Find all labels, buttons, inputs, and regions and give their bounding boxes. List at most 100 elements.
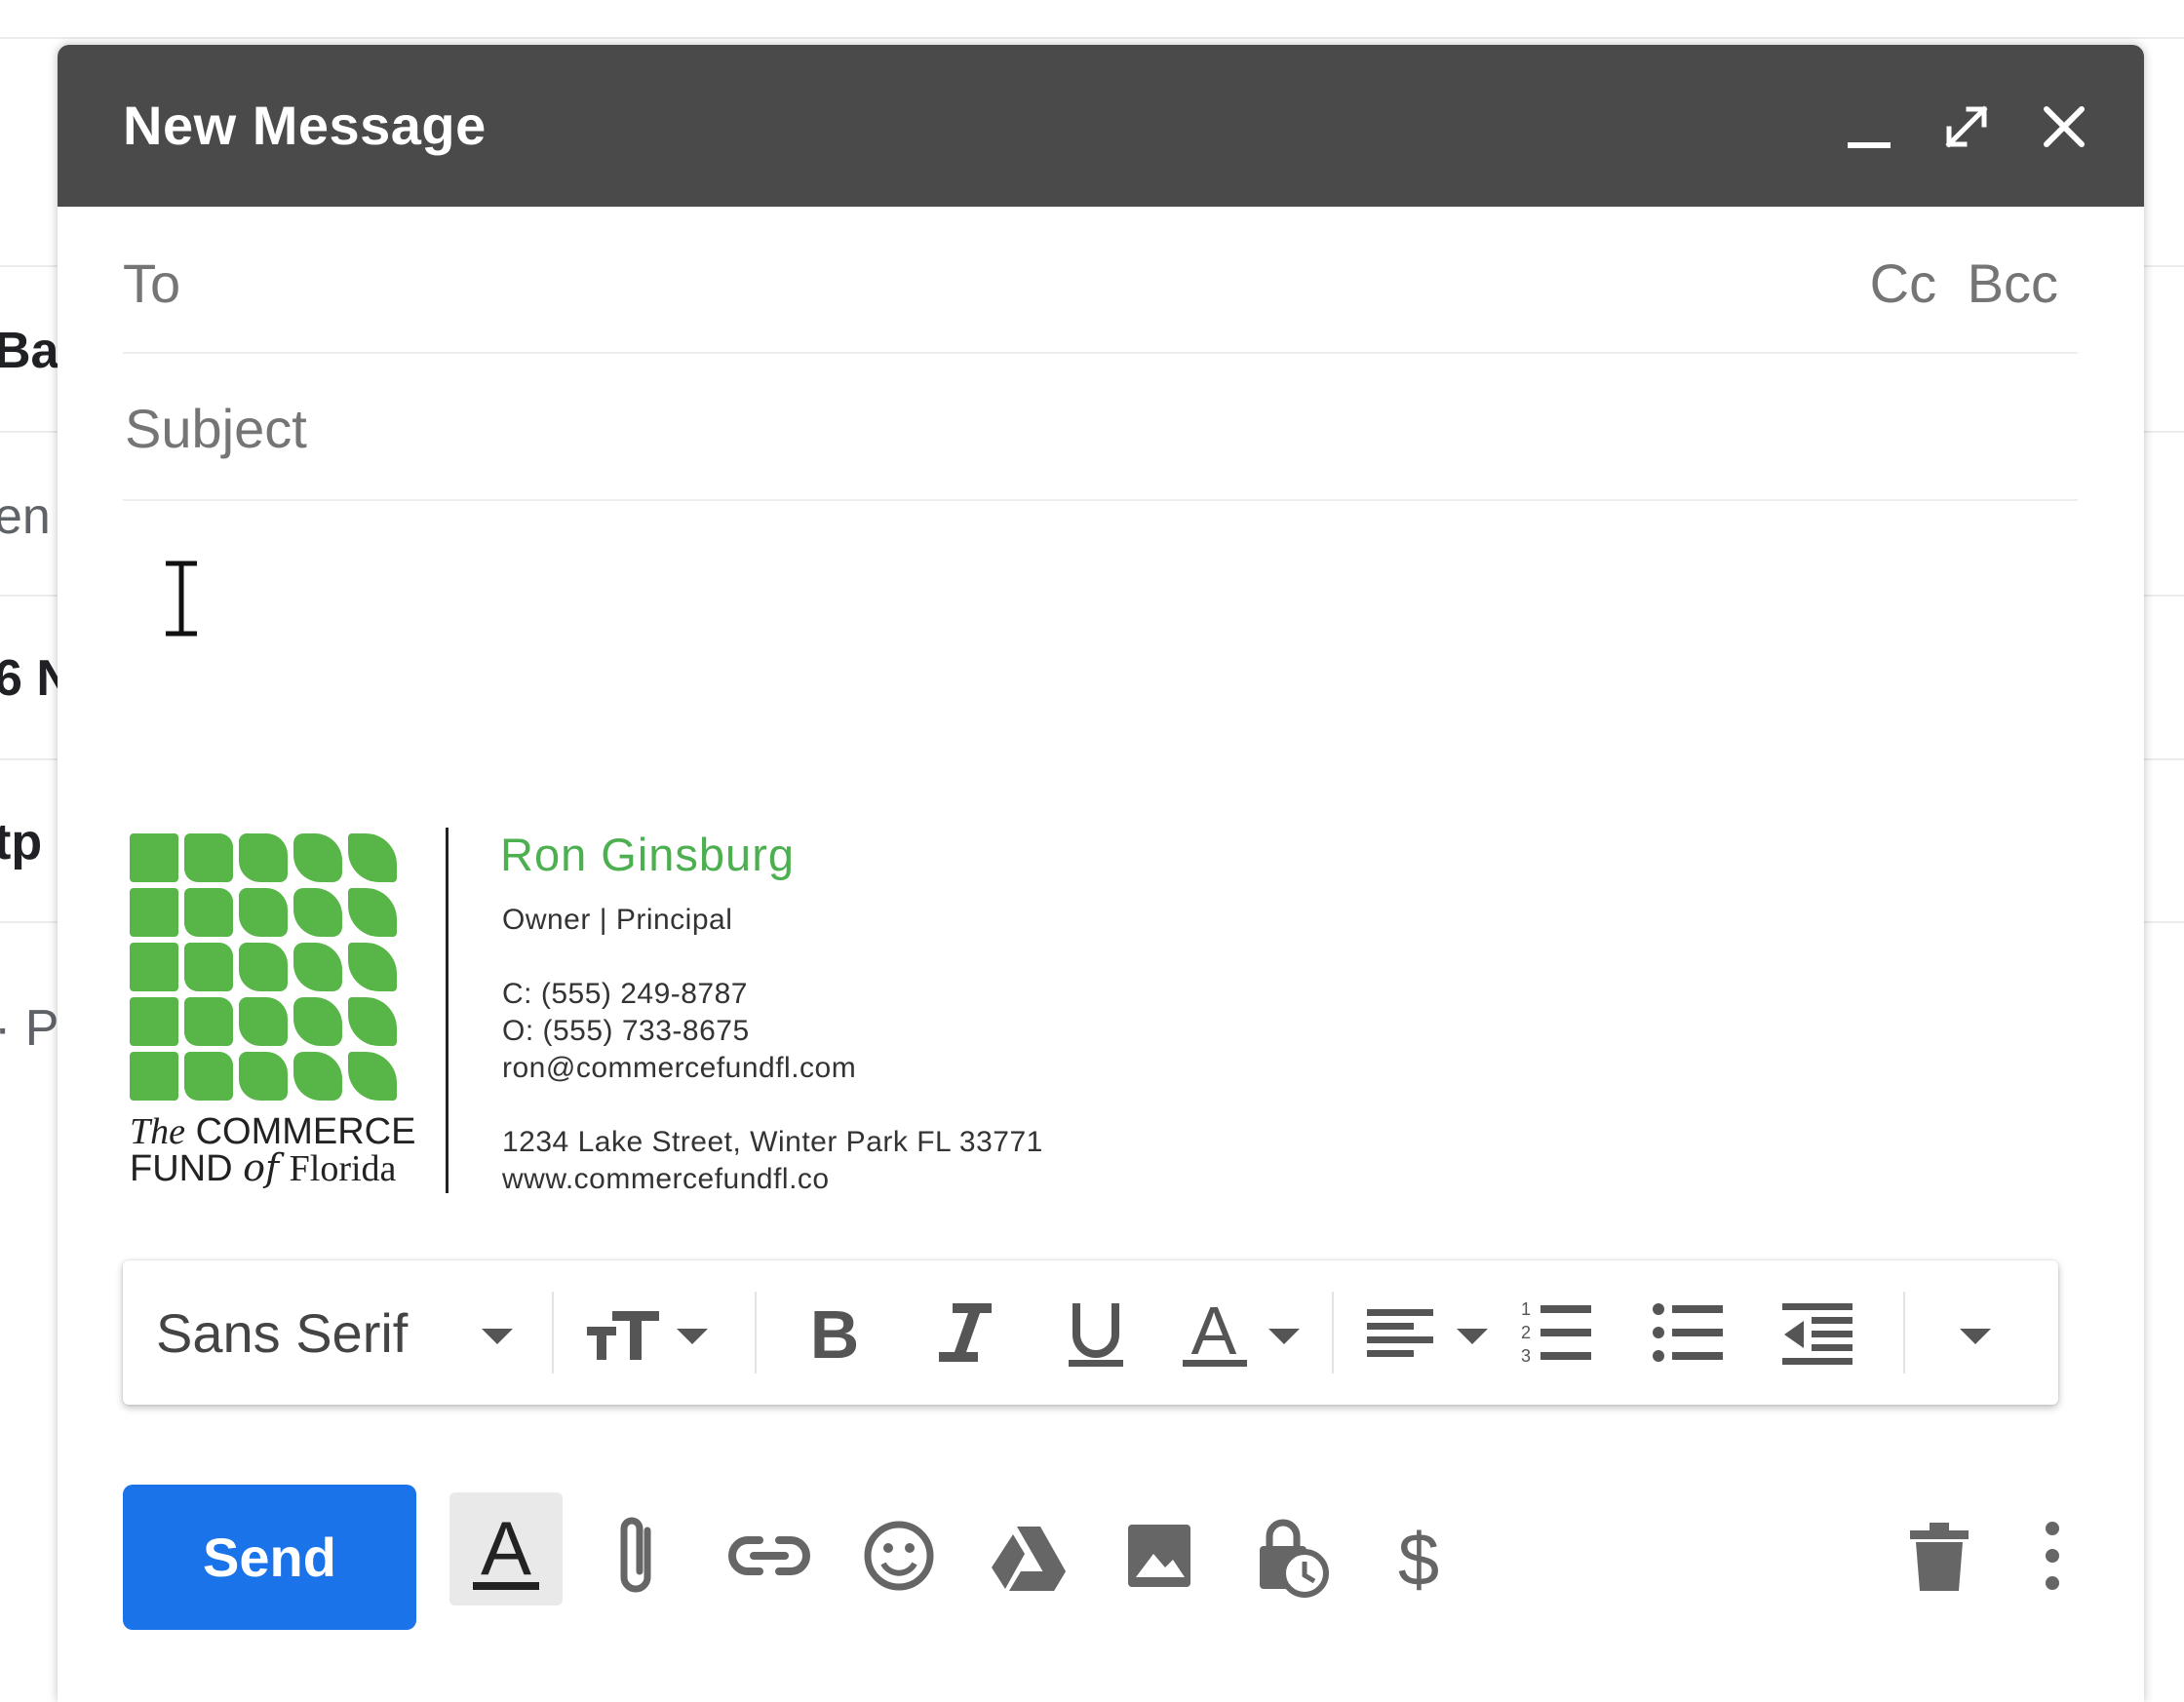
logo-tile (184, 943, 233, 991)
logo-word: of (243, 1146, 280, 1189)
toolbar-separator (1332, 1292, 1334, 1373)
send-button[interactable]: Send (123, 1485, 416, 1630)
compose-title-bar: New Message (58, 45, 2144, 207)
cc-link[interactable]: Cc (1870, 252, 1936, 314)
logo-tile (293, 943, 342, 991)
email-signature: The COMMERCE FUND of Florida Ron Ginsbur… (126, 828, 1198, 1247)
logo-tile (130, 833, 178, 882)
formatting-options-button[interactable]: A (449, 1492, 563, 1605)
logo-tile (239, 997, 288, 1046)
attach-icon (620, 1517, 651, 1593)
logo-wordmark-line2: FUND of Florida (130, 1146, 396, 1190)
toolbar-separator (552, 1292, 554, 1373)
signature-title: Owner | Principal (502, 904, 733, 936)
bold-icon: B (810, 1296, 860, 1370)
inbox-row-fragment: · P (0, 1000, 59, 1057)
logo-tile (239, 943, 288, 991)
divider (0, 37, 2184, 39)
more-options-icon (2046, 1522, 2059, 1590)
money-icon: $ (1398, 1519, 1439, 1602)
minimize-button[interactable] (1842, 99, 1896, 154)
inbox-row-fragment: tp (0, 814, 43, 870)
drive-icon (992, 1527, 1066, 1591)
logo-tile (348, 997, 397, 1046)
signature-divider (446, 828, 448, 1193)
bcc-link[interactable]: Bcc (1968, 252, 2058, 314)
signature-email[interactable]: ron@commercefundfl.com (502, 1052, 856, 1085)
bold-button[interactable]: B (786, 1296, 883, 1370)
photo-icon (1128, 1525, 1190, 1587)
inbox-row-fragment: en (0, 488, 51, 545)
discard-draft-button[interactable] (1891, 1507, 1988, 1605)
logo-tile (239, 833, 288, 882)
logo-tile (184, 833, 233, 882)
logo-tile (293, 833, 342, 882)
to-row[interactable]: To Cc Bcc (123, 207, 2078, 354)
align-icon (1367, 1309, 1488, 1357)
italic-icon (939, 1303, 992, 1362)
logo-tile (293, 888, 342, 937)
expand-icon (1945, 105, 1988, 148)
insert-photo-button[interactable] (1111, 1507, 1208, 1605)
logo-tile (348, 943, 397, 991)
fullscreen-button[interactable] (1939, 99, 1994, 154)
confidential-mode-button[interactable] (1240, 1507, 1338, 1605)
toolbar-separator (1903, 1292, 1905, 1373)
logo-tile (239, 1052, 288, 1101)
text-color-button[interactable]: A (1171, 1296, 1317, 1370)
signature-cell-phone: C: (555) 249-8787 (502, 978, 748, 1010)
formatting-toolbar: Sans Serif B A 1 2 3 (123, 1260, 2058, 1405)
confidential-icon (1260, 1519, 1329, 1598)
svg-text:A: A (481, 1505, 531, 1591)
logo-word: FUND (130, 1148, 233, 1189)
logo-tile (130, 1052, 178, 1101)
formatting-options-icon: A (473, 1505, 539, 1591)
cc-bcc-links: Cc Bcc (1854, 251, 2058, 315)
trash-icon (1910, 1523, 1969, 1591)
signature-office-phone: O: (555) 733-8675 (502, 1015, 750, 1047)
italic-button[interactable] (917, 1296, 1015, 1370)
signature-address: 1234 Lake Street, Winter Park FL 33771 (502, 1126, 1043, 1158)
minimize-icon (1848, 142, 1891, 148)
insert-link-button[interactable] (721, 1507, 818, 1605)
align-button[interactable] (1359, 1296, 1505, 1370)
attach-button[interactable] (591, 1507, 688, 1605)
font-family-select[interactable]: Sans Serif (156, 1301, 408, 1365)
numbered-list-button[interactable]: 1 2 3 (1507, 1296, 1605, 1370)
svg-text:$: $ (1398, 1519, 1439, 1602)
more-formatting-button[interactable] (1946, 1296, 2005, 1370)
message-body[interactable] (123, 410, 2078, 781)
logo-tile (293, 1052, 342, 1101)
insert-emoji-button[interactable] (850, 1507, 948, 1605)
underline-button[interactable] (1047, 1296, 1145, 1370)
indent-less-button[interactable] (1769, 1296, 1866, 1370)
bulleted-list-button[interactable] (1639, 1296, 1736, 1370)
more-options-button[interactable] (2004, 1507, 2101, 1605)
logo-tile (348, 888, 397, 937)
text-size-button[interactable] (581, 1296, 718, 1370)
signature-website[interactable]: www.commercefundfl.co (502, 1163, 830, 1196)
svg-text:2: 2 (1521, 1323, 1531, 1342)
font-dropdown-arrow[interactable] (478, 1296, 517, 1370)
svg-text:B: B (810, 1296, 860, 1370)
svg-text:A: A (1191, 1296, 1237, 1369)
more-formatting-icon (1960, 1329, 1991, 1344)
compose-title: New Message (123, 95, 487, 156)
text-size-icon (587, 1311, 708, 1360)
font-family-value: Sans Serif (156, 1302, 409, 1364)
send-money-button[interactable]: $ (1370, 1507, 1467, 1605)
logo-tile (184, 997, 233, 1046)
svg-text:3: 3 (1521, 1346, 1531, 1366)
indent-less-icon (1782, 1303, 1852, 1365)
emoji-icon (864, 1521, 934, 1591)
logo-tile (184, 888, 233, 937)
logo-tile (348, 833, 397, 882)
insert-drive-button[interactable] (980, 1507, 1077, 1605)
close-button[interactable] (2037, 99, 2091, 154)
logo-tile (293, 997, 342, 1046)
logo-tile (130, 997, 178, 1046)
to-label[interactable]: To (123, 251, 180, 315)
compose-window: New Message To Cc Bcc Subject The COMMER… (58, 45, 2144, 1702)
svg-text:1: 1 (1521, 1299, 1531, 1319)
link-icon (728, 1536, 810, 1575)
